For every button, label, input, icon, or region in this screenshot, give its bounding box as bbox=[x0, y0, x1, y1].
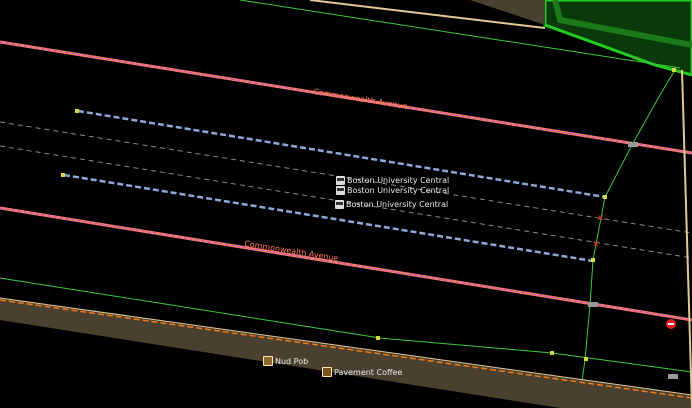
map-canvas[interactable]: Commonwealth Avenue Commonwealth Avenue … bbox=[0, 0, 692, 408]
busway-lower[interactable] bbox=[63, 173, 594, 263]
street-label-upper: Commonwealth Avenue bbox=[313, 87, 408, 111]
node bbox=[376, 336, 380, 340]
bus-stop-label: Boston University Central bbox=[347, 186, 450, 195]
cafe-icon bbox=[322, 367, 332, 377]
poi-label: Nud Pob bbox=[275, 356, 309, 366]
cross-marker-icon: ✕ bbox=[592, 240, 600, 250]
poi-label: Pavement Coffee bbox=[334, 367, 403, 377]
node bbox=[603, 195, 607, 199]
bus-stop-label: Boston University Central bbox=[347, 176, 450, 185]
restaurant-icon bbox=[263, 356, 273, 366]
bus-stop-3[interactable]: Boston University Central bbox=[335, 200, 448, 209]
no-entry-bar bbox=[668, 323, 674, 325]
rail-corridor-top bbox=[410, 0, 545, 25]
bus-stop-label: Boston University Central bbox=[346, 200, 449, 209]
bus-stop-icon bbox=[336, 186, 345, 195]
footway-vertical[interactable] bbox=[579, 69, 676, 396]
crossing-marker[interactable] bbox=[628, 142, 638, 147]
bus-stop-2[interactable]: Boston University Central bbox=[336, 186, 449, 195]
node bbox=[61, 173, 65, 177]
node bbox=[550, 351, 554, 355]
node bbox=[672, 68, 676, 72]
building-outline[interactable] bbox=[543, 0, 692, 77]
node bbox=[75, 109, 79, 113]
crossing-marker[interactable] bbox=[588, 302, 598, 307]
bus-stop-icon bbox=[335, 200, 344, 209]
poi-cafe[interactable]: Pavement Coffee bbox=[322, 367, 402, 377]
road-edge-bottom bbox=[0, 297, 692, 396]
poi-restaurant[interactable]: Nud Pob bbox=[263, 356, 308, 366]
bus-stop-icon bbox=[336, 176, 345, 185]
node bbox=[591, 258, 595, 262]
cross-marker-icon: ✕ bbox=[597, 214, 605, 224]
bus-stop-1[interactable]: Boston University Central bbox=[336, 176, 449, 185]
road-right-edge bbox=[681, 69, 692, 408]
node bbox=[584, 357, 588, 361]
crossing-marker[interactable] bbox=[668, 374, 678, 379]
